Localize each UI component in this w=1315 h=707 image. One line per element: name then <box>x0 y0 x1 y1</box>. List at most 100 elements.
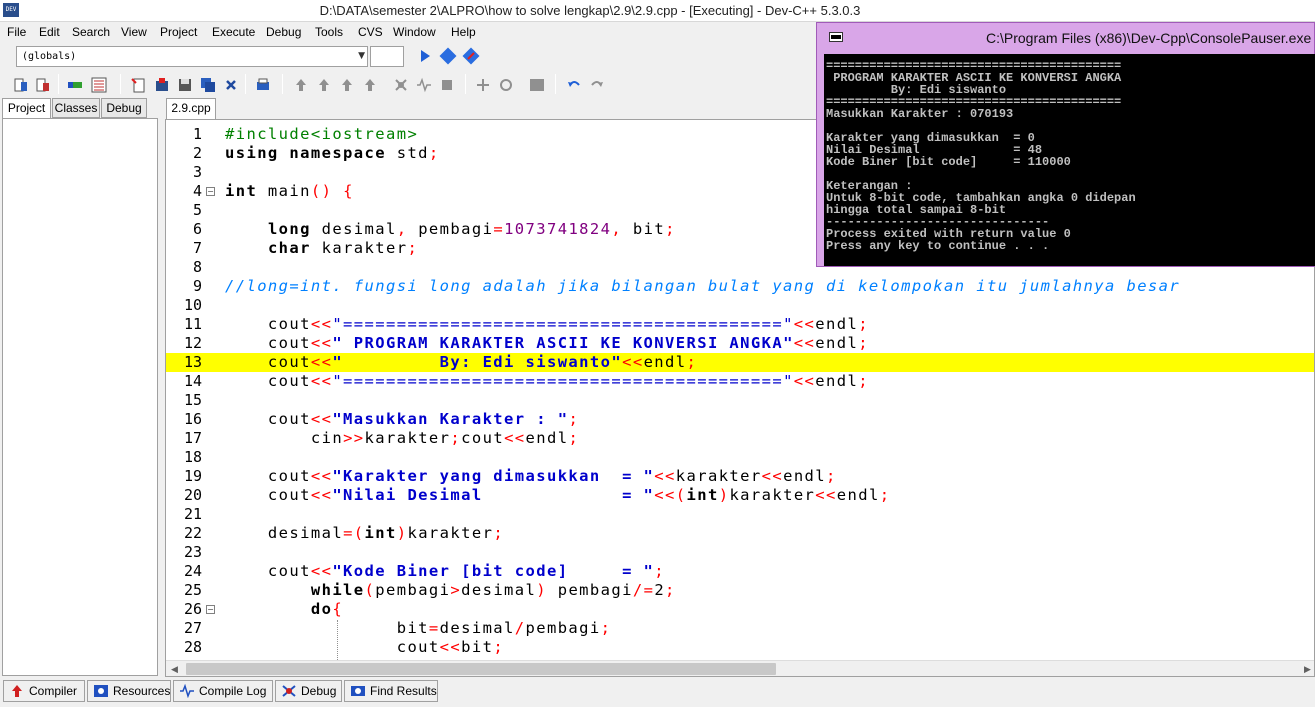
code-line[interactable]: 12 cout<<" PROGRAM KARAKTER ASCII KE KON… <box>166 334 1314 353</box>
up-arrow-icon[interactable] <box>315 76 333 94</box>
code-text: while(pembagi>desimal) pembagi/=2; <box>225 581 676 600</box>
profile-icon[interactable] <box>415 76 433 94</box>
tab-find-results[interactable]: Find Results <box>344 680 438 702</box>
print-icon[interactable] <box>254 76 272 94</box>
line-number: 7 <box>192 239 202 257</box>
menu-view[interactable]: View <box>121 25 147 39</box>
code-line[interactable]: 10 <box>166 296 1314 315</box>
code-line[interactable]: 24 cout<<"Kode Biner [bit code] = "; <box>166 562 1314 581</box>
code-line[interactable]: 16 cout<<"Masukkan Karakter : "; <box>166 410 1314 429</box>
tab-debug[interactable]: Debug <box>101 98 147 118</box>
tab-classes[interactable]: Classes <box>52 98 100 118</box>
redo-icon[interactable] <box>588 76 606 94</box>
tab-debug-output[interactable]: Debug <box>275 680 342 702</box>
code-token: ; <box>858 372 869 390</box>
code-line[interactable]: 14 cout<<"==============================… <box>166 372 1314 391</box>
tab-resources[interactable]: Resources <box>87 680 171 702</box>
project-tree[interactable] <box>2 118 158 676</box>
fold-toggle-icon[interactable]: − <box>206 605 215 614</box>
code-token: bit <box>225 619 429 637</box>
new-file-icon[interactable] <box>130 76 148 94</box>
new-project-icon[interactable] <box>12 76 30 94</box>
scroll-left-icon[interactable]: ◀ <box>166 661 183 676</box>
debug-icon[interactable] <box>392 76 410 94</box>
code-token: karakter <box>675 467 762 485</box>
code-line[interactable]: 27 bit=desimal/pembagi; <box>166 619 1314 638</box>
stop-icon[interactable] <box>438 76 456 94</box>
toggle-icon[interactable] <box>462 47 480 65</box>
menu-help[interactable]: Help <box>451 25 476 39</box>
code-line[interactable]: 26− do{ <box>166 600 1314 619</box>
close-file-icon[interactable] <box>222 76 240 94</box>
code-line[interactable]: 18 <box>166 448 1314 467</box>
insert-icon[interactable] <box>439 47 457 65</box>
code-token: ; <box>826 467 837 485</box>
code-line[interactable]: 22 desimal=(int)karakter; <box>166 524 1314 543</box>
add-watch-icon[interactable] <box>474 76 492 94</box>
menu-search[interactable]: Search <box>72 25 110 39</box>
code-token: long <box>267 220 311 238</box>
code-line[interactable]: 23 <box>166 543 1314 562</box>
project-options-icon[interactable] <box>34 76 52 94</box>
console-output[interactable]: ========================================… <box>824 54 1315 266</box>
menu-window[interactable]: Window <box>393 25 436 39</box>
scrollbar-thumb[interactable] <box>186 663 776 675</box>
code-token: "Masukkan Karakter : " <box>332 410 569 428</box>
menu-execute[interactable]: Execute <box>212 25 255 39</box>
up-arrow-icon[interactable] <box>292 76 310 94</box>
code-token: cout <box>225 372 311 390</box>
code-line[interactable]: 9 //long=int. fungsi long adalah jika bil… <box>166 277 1314 296</box>
code-text: cout<<"=================================… <box>225 372 869 391</box>
save-all-icon[interactable] <box>199 76 217 94</box>
code-text: cout<<" PROGRAM KARAKTER ASCII KE KONVER… <box>225 334 869 353</box>
menu-project[interactable]: Project <box>160 25 197 39</box>
menu-debug[interactable]: Debug <box>266 25 301 39</box>
code-text: cout<<"=================================… <box>225 315 869 334</box>
code-line[interactable]: 11 cout<<"==============================… <box>166 315 1314 334</box>
code-token: "=======================================… <box>332 315 794 333</box>
console-title-bar[interactable]: C:\Program Files (x86)\Dev-Cpp\ConsolePa… <box>817 23 1315 53</box>
code-token: /= <box>632 581 655 599</box>
open-file-icon[interactable] <box>153 76 171 94</box>
code-line[interactable]: 28 cout<<bit; <box>166 638 1314 657</box>
fold-toggle-icon[interactable]: − <box>206 187 215 196</box>
function-combo[interactable] <box>370 46 404 67</box>
undo-icon[interactable] <box>565 76 583 94</box>
menu-cvs[interactable]: CVS <box>358 25 383 39</box>
code-token: ; <box>858 315 869 333</box>
up-arrow-icon[interactable] <box>338 76 356 94</box>
scope-combo[interactable]: (globals) ▼ <box>16 46 368 67</box>
code-line[interactable]: 15 <box>166 391 1314 410</box>
code-line[interactable]: 21 <box>166 505 1314 524</box>
code-token: endl <box>783 467 827 485</box>
horizontal-scrollbar[interactable]: ◀ ▶ <box>166 660 1314 676</box>
save-icon[interactable] <box>176 76 194 94</box>
code-line[interactable]: 20 cout<<"Nilai Desimal = "<<(int)karakt… <box>166 486 1314 505</box>
code-line[interactable]: 17 cin>>karakter;cout<<endl; <box>166 429 1314 448</box>
watch-icon[interactable] <box>497 76 515 94</box>
up-arrow-icon[interactable] <box>361 76 379 94</box>
code-text: cout<<" By: Edi siswanto"<<endl; <box>225 353 697 372</box>
code-token: << <box>310 334 333 352</box>
menu-file[interactable]: File <box>7 25 26 39</box>
menu-edit[interactable]: Edit <box>39 25 60 39</box>
code-text: using namespace std; <box>225 144 440 163</box>
list-icon[interactable] <box>90 76 108 94</box>
code-line[interactable]: 13 cout<<" By: Edi siswanto"<<endl; <box>166 353 1314 372</box>
console-window[interactable]: C:\Program Files (x86)\Dev-Cpp\ConsolePa… <box>816 22 1315 267</box>
console-system-icon[interactable] <box>829 32 843 42</box>
tab-compiler[interactable]: Compiler <box>3 680 85 702</box>
code-line[interactable]: 19 cout<<"Karakter yang dimasukkan = "<<… <box>166 467 1314 486</box>
scroll-right-icon[interactable]: ▶ <box>1299 661 1314 676</box>
code-line[interactable]: 25 while(pembagi>desimal) pembagi/=2; <box>166 581 1314 600</box>
editor-tab-file[interactable]: 2.9.cpp <box>166 98 216 119</box>
code-token: cout <box>225 467 311 485</box>
goto-arrow-icon[interactable] <box>416 47 434 65</box>
devpak-icon[interactable] <box>528 76 546 94</box>
class-browser-icon[interactable] <box>66 76 84 94</box>
tab-compile-log[interactable]: Compile Log <box>173 680 273 702</box>
tab-project[interactable]: Project <box>2 98 51 119</box>
code-token: " PROGRAM KARAKTER ASCII KE KONVERSI ANG… <box>332 334 794 352</box>
menu-tools[interactable]: Tools <box>315 25 343 39</box>
